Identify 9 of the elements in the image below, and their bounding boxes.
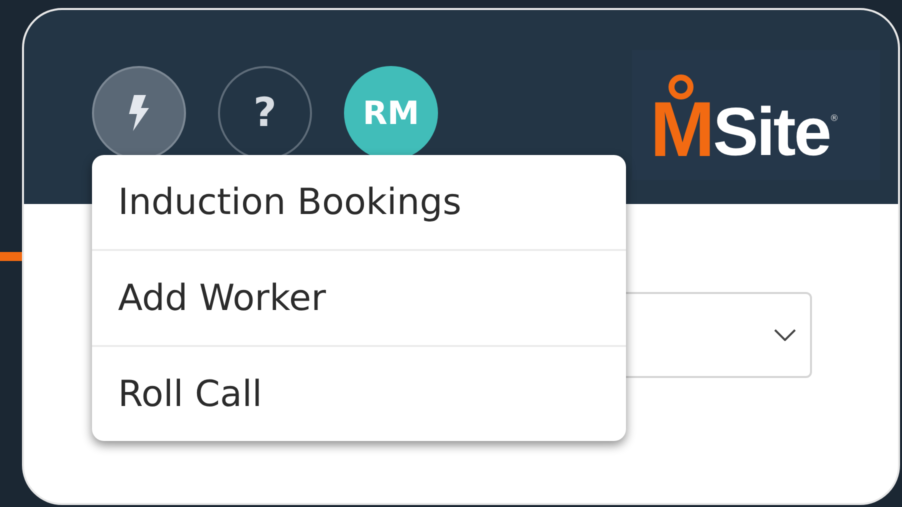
logo-letter: M: [650, 96, 713, 162]
head-icon: [668, 74, 694, 100]
accent-bar: [0, 252, 22, 261]
menu-item[interactable]: Add Worker: [92, 249, 626, 345]
registered-mark: ®: [830, 114, 839, 124]
menu-item[interactable]: Roll Call: [92, 345, 626, 441]
logo-text: Site: [712, 104, 830, 162]
lightning-icon: [128, 95, 150, 131]
chevron-down-icon: [774, 329, 796, 341]
